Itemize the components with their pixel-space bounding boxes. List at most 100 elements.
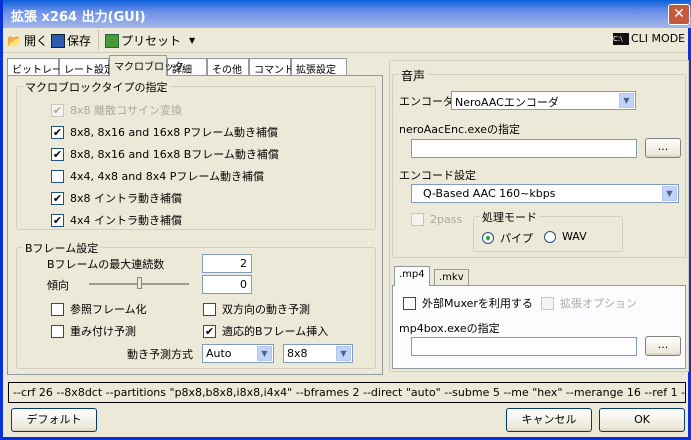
checkbox-box bbox=[403, 296, 416, 310]
console-icon: C:\ bbox=[613, 32, 629, 45]
tab-mkv[interactable]: .mkv bbox=[434, 269, 469, 286]
macroblock-panel: マクロブロックタイプの指定 ✔ 8x8 離散コサイン変換 ✔ 8x8, 8x16 a… bbox=[7, 75, 383, 375]
close-button[interactable]: ✕ bbox=[668, 4, 690, 25]
checkbox-i8x8[interactable]: ✔ 8x8 イントラ動き補償 bbox=[51, 190, 182, 206]
toolbar-divider bbox=[3, 52, 688, 53]
tab-extended[interactable]: 拡張設定 bbox=[291, 58, 347, 76]
group-label: Bフレーム設定 bbox=[23, 240, 101, 256]
radio-label: WAV bbox=[562, 230, 587, 243]
checkbox-box bbox=[541, 296, 554, 310]
checkbox-label: 2pass bbox=[430, 213, 463, 226]
folder-icon: 📂 bbox=[7, 33, 22, 48]
cli-mode-label: CLI MODE bbox=[631, 32, 686, 45]
checkbox-ext-option[interactable]: 拡張オプション bbox=[541, 295, 637, 311]
me-select[interactable]: Auto ▼ bbox=[202, 344, 274, 363]
dropdown-arrow-icon: ▼ bbox=[662, 186, 677, 201]
checkbox-box: ✔ bbox=[51, 191, 64, 205]
max-bframes-input[interactable]: 2 bbox=[202, 254, 252, 273]
checkbox-box: ✔ bbox=[51, 125, 64, 139]
checkbox-bidir[interactable]: 双方向の動き予測 bbox=[203, 301, 310, 317]
dialog-window: 拡張 x264 出力(GUI) ✕ 📂 開く 保存 プリセット ▼ C:\ CLI M… bbox=[0, 0, 691, 440]
checkbox-label: 4x4 イントラ動き補償 bbox=[70, 214, 183, 227]
radio-pipe[interactable]: パイプ bbox=[482, 230, 533, 246]
checkbox-dct8x8[interactable]: ✔ 8x8 離散コサイン変換 bbox=[51, 102, 182, 118]
save-button[interactable]: 保存 bbox=[51, 32, 91, 49]
cli-mode-button[interactable]: C:\ CLI MODE bbox=[613, 32, 685, 45]
checkbox-box bbox=[51, 169, 64, 183]
checkbox-label: 双方向の動き予測 bbox=[222, 303, 310, 316]
checkbox-label: 適応的Bフレーム挿入 bbox=[222, 325, 329, 338]
radio-dot bbox=[544, 230, 556, 243]
group-label: 処理モード bbox=[480, 209, 539, 225]
group-label: 音声 bbox=[399, 67, 428, 84]
checkbox-2pass[interactable]: 2pass bbox=[411, 213, 462, 226]
checkbox-external-muxer[interactable]: 外部Muxerを利用する bbox=[403, 295, 533, 311]
window-title: 拡張 x264 出力(GUI) bbox=[11, 10, 146, 25]
bias-slider[interactable] bbox=[89, 277, 189, 289]
bias-input[interactable]: 0 bbox=[202, 275, 252, 294]
checkbox-box bbox=[51, 324, 64, 338]
checkbox-box bbox=[411, 213, 424, 226]
radio-wav[interactable]: WAV bbox=[544, 230, 587, 243]
cancel-button[interactable]: キャンセル bbox=[506, 408, 592, 432]
checkbox-box: ✔ bbox=[203, 324, 216, 338]
enc-setting-value: Q-Based AAC 160~kbps bbox=[423, 187, 556, 200]
dropdown-arrow-icon: ▼ bbox=[189, 36, 196, 45]
radio-dot bbox=[482, 232, 494, 244]
checkbox-box bbox=[203, 302, 216, 316]
mp4box-browse-button[interactable]: ... bbox=[645, 336, 681, 356]
checkbox-ref-frame[interactable]: 参照フレーム化 bbox=[51, 301, 147, 317]
dropdown-arrow-icon: ▼ bbox=[336, 346, 351, 361]
preset-button[interactable]: プリセット ▼ bbox=[105, 32, 195, 49]
mp4box-label: mp4box.exeの指定 bbox=[399, 322, 500, 335]
audio-panel: 音声 エンコーダ NeroAACエンコーダ ▼ neroAacEnc.exeの指定… bbox=[389, 60, 689, 372]
command-line-display[interactable]: --crf 26 --8x8dct --partitions "p8x8,b8x… bbox=[8, 382, 686, 403]
checkbox-i4x4[interactable]: ✔ 4x4 イントラ動き補償 bbox=[51, 212, 182, 228]
checkbox-p4x4[interactable]: 4x4, 4x8 and 8x4 Pフレーム動き補償 bbox=[51, 168, 264, 184]
checkbox-label: 8x8 離散コサイン変換 bbox=[70, 104, 183, 117]
audio-group: 音声 エンコーダ NeroAACエンコーダ ▼ neroAacEnc.exeの指定… bbox=[392, 67, 686, 258]
checkbox-label: 重み付け予測 bbox=[70, 325, 136, 338]
checkbox-p8x8[interactable]: ✔ 8x8, 8x16 and 16x8 Pフレーム動き補償 bbox=[51, 124, 278, 140]
tab-rate[interactable]: レート設定 bbox=[59, 58, 114, 76]
dropdown-arrow-icon: ▼ bbox=[619, 93, 634, 108]
checkbox-box: ✔ bbox=[51, 103, 64, 117]
me-label: 動き予測方式 bbox=[127, 348, 193, 361]
enc-setting-label: エンコード設定 bbox=[399, 169, 476, 182]
encoder-select[interactable]: NeroAACエンコーダ ▼ bbox=[451, 91, 636, 110]
checkbox-label: 参照フレーム化 bbox=[70, 303, 147, 316]
exe-browse-button[interactable]: ... bbox=[645, 138, 681, 158]
checkbox-b8x8[interactable]: ✔ 8x8, 8x16 and 16x8 Bフレーム動き補償 bbox=[51, 146, 279, 162]
floppy-icon bbox=[51, 33, 65, 48]
checkbox-box bbox=[51, 302, 64, 316]
tab-mp4[interactable]: .mp4 bbox=[394, 266, 430, 286]
macroblock-type-group: マクロブロックタイプの指定 ✔ 8x8 離散コサイン変換 ✔ 8x8, 8x16 a… bbox=[16, 79, 376, 230]
slider-thumb[interactable] bbox=[137, 277, 142, 289]
open-button[interactable]: 📂 開く bbox=[7, 32, 48, 49]
checkbox-label: 8x8, 8x16 and 16x8 Pフレーム動き補償 bbox=[70, 126, 278, 139]
container-tab-panel: 外部Muxerを利用する 拡張オプション mp4box.exeの指定 ... bbox=[392, 285, 686, 369]
tab-other[interactable]: その他 bbox=[207, 58, 249, 76]
default-button[interactable]: デフォルト bbox=[11, 408, 97, 432]
book-icon bbox=[105, 33, 119, 48]
checkbox-label: 4x4, 4x8 and 8x4 Pフレーム動き補償 bbox=[70, 170, 265, 183]
exe-path-input[interactable] bbox=[411, 139, 637, 158]
enc-setting-select[interactable]: Q-Based AAC 160~kbps ▼ bbox=[411, 184, 679, 203]
ok-button[interactable]: OK bbox=[599, 408, 685, 432]
checkbox-label: 8x8, 8x16 and 16x8 Bフレーム動き補償 bbox=[70, 148, 279, 161]
tab-command[interactable]: コマンド bbox=[249, 58, 294, 76]
bframe-group: Bフレーム設定 Bフレームの最大連続数 2 傾向 0 参照フレーム化 双方向の動… bbox=[16, 240, 376, 369]
me-size-value: 8x8 bbox=[287, 347, 308, 360]
tab-macroblock[interactable]: マクロブロック bbox=[109, 55, 184, 76]
mp4box-path-input[interactable] bbox=[411, 337, 637, 356]
dropdown-arrow-icon: ▼ bbox=[257, 346, 272, 361]
checkbox-label: 外部Muxerを利用する bbox=[422, 297, 533, 310]
tab-bitrate[interactable]: ビットレート bbox=[7, 58, 72, 76]
me-size-select[interactable]: 8x8 ▼ bbox=[283, 344, 353, 363]
bias-label: 傾向 bbox=[47, 279, 69, 292]
exe-label: neroAacEnc.exeの指定 bbox=[399, 123, 521, 136]
checkbox-label: 拡張オプション bbox=[560, 297, 637, 310]
checkbox-weighted[interactable]: 重み付け予測 bbox=[51, 323, 136, 339]
checkbox-adaptive[interactable]: ✔ 適応的Bフレーム挿入 bbox=[203, 323, 328, 339]
mode-group: 処理モード パイプ WAV bbox=[473, 209, 623, 252]
